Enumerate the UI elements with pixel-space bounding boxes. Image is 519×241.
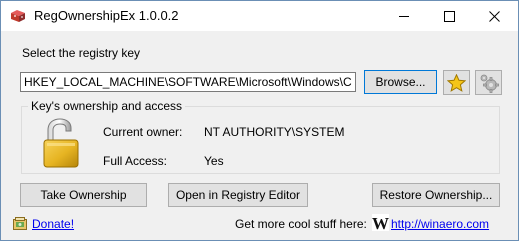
donate-link[interactable]: Donate!: [32, 217, 74, 231]
gear-icon: [480, 74, 499, 93]
main-window: RegOwnershipEx 1.0.0.2 Select the regist…: [0, 0, 519, 241]
restore-ownership-button[interactable]: Restore Ownership...: [372, 183, 500, 207]
ownership-group-title: Key's ownership and access: [28, 99, 186, 113]
settings-button[interactable]: [475, 70, 502, 95]
unlocked-padlock-icon: [43, 118, 79, 168]
browse-button[interactable]: Browse...: [364, 70, 437, 94]
take-ownership-button[interactable]: Take Ownership: [20, 183, 147, 207]
star-icon: [447, 73, 466, 92]
maximize-button[interactable]: [427, 1, 473, 31]
donate-icon: [13, 217, 27, 230]
get-more-text: Get more cool stuff here:: [235, 217, 367, 231]
close-icon: [489, 11, 500, 22]
winaero-link[interactable]: http://winaero.com: [391, 217, 489, 231]
select-key-label: Select the registry key: [22, 46, 141, 60]
current-owner-value: NT AUTHORITY\SYSTEM: [204, 125, 345, 139]
favorites-button[interactable]: [443, 70, 470, 95]
regedit-cube-icon: [11, 10, 25, 22]
svg-text:W: W: [372, 214, 389, 231]
maximize-icon: [444, 11, 455, 22]
title-bar[interactable]: RegOwnershipEx 1.0.0.2: [1, 1, 518, 31]
open-in-registry-editor-button[interactable]: Open in Registry Editor: [168, 183, 308, 207]
full-access-value: Yes: [204, 154, 224, 168]
close-button[interactable]: [472, 1, 518, 31]
winaero-logo-icon: W: [372, 214, 389, 231]
minimize-icon: [399, 16, 409, 17]
window-title: RegOwnershipEx 1.0.0.2: [34, 8, 179, 23]
registry-key-input[interactable]: [20, 72, 356, 92]
current-owner-label: Current owner:: [103, 125, 183, 139]
minimize-button[interactable]: [382, 1, 428, 31]
full-access-label: Full Access:: [103, 154, 168, 168]
ownership-groupbox: [21, 106, 500, 174]
